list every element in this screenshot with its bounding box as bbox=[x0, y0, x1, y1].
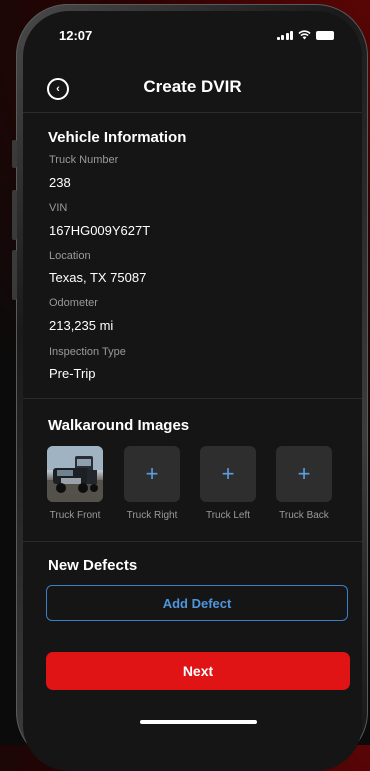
status-time: 12:07 bbox=[59, 28, 93, 43]
inspection-type-label: Inspection Type bbox=[49, 346, 126, 358]
home-indicator bbox=[140, 720, 257, 724]
phone-volume-down bbox=[12, 250, 17, 300]
plus-icon: + bbox=[221, 461, 235, 486]
battery-icon bbox=[316, 31, 334, 40]
page-title: Create DVIR bbox=[143, 77, 242, 96]
truck-front-photo[interactable] bbox=[47, 446, 103, 502]
vehicle-info-title: Vehicle Information bbox=[48, 129, 187, 146]
phone-volume-up bbox=[12, 190, 17, 240]
next-button[interactable]: Next bbox=[46, 652, 350, 690]
odometer-label: Odometer bbox=[49, 297, 98, 309]
truck-left-add-button[interactable]: + bbox=[200, 446, 256, 502]
inspection-type-value[interactable]: Pre-Trip bbox=[49, 366, 95, 381]
truck-left-label: Truck Left bbox=[205, 510, 251, 521]
plus-icon: + bbox=[297, 461, 311, 486]
wifi-icon bbox=[298, 30, 311, 40]
phone-silent-switch bbox=[12, 140, 17, 168]
section-divider bbox=[23, 541, 362, 542]
header-divider bbox=[23, 112, 362, 113]
truck-front-label: Truck Front bbox=[49, 510, 101, 521]
walkaround-title: Walkaround Images bbox=[48, 417, 190, 434]
truck-back-add-button[interactable]: + bbox=[276, 446, 332, 502]
truck-number-label: Truck Number bbox=[49, 154, 119, 166]
truck-back-label: Truck Back bbox=[279, 510, 329, 521]
section-divider bbox=[23, 398, 362, 399]
add-defect-button[interactable]: Add Defect bbox=[46, 585, 348, 621]
location-value: Texas, TX 75087 bbox=[49, 270, 147, 285]
status-bar: 12:07 bbox=[23, 11, 362, 61]
vin-value: 167HG009Y627T bbox=[49, 223, 151, 238]
odometer-value: 213,235 mi bbox=[49, 318, 114, 333]
status-icons bbox=[276, 30, 334, 40]
location-label: Location bbox=[49, 250, 91, 262]
truck-image-icon bbox=[47, 446, 103, 502]
truck-right-add-button[interactable]: + bbox=[124, 446, 180, 502]
app-screen: 12:07 ‹ Create DVIR Vehicle Information … bbox=[23, 11, 362, 771]
plus-icon: + bbox=[145, 461, 159, 486]
new-defects-title: New Defects bbox=[48, 557, 138, 574]
truck-number-value: 238 bbox=[49, 175, 71, 190]
nav-header: ‹ Create DVIR bbox=[23, 71, 362, 121]
vin-label: VIN bbox=[49, 202, 68, 214]
truck-right-label: Truck Right bbox=[126, 510, 178, 521]
cellular-signal-icon bbox=[276, 31, 293, 40]
